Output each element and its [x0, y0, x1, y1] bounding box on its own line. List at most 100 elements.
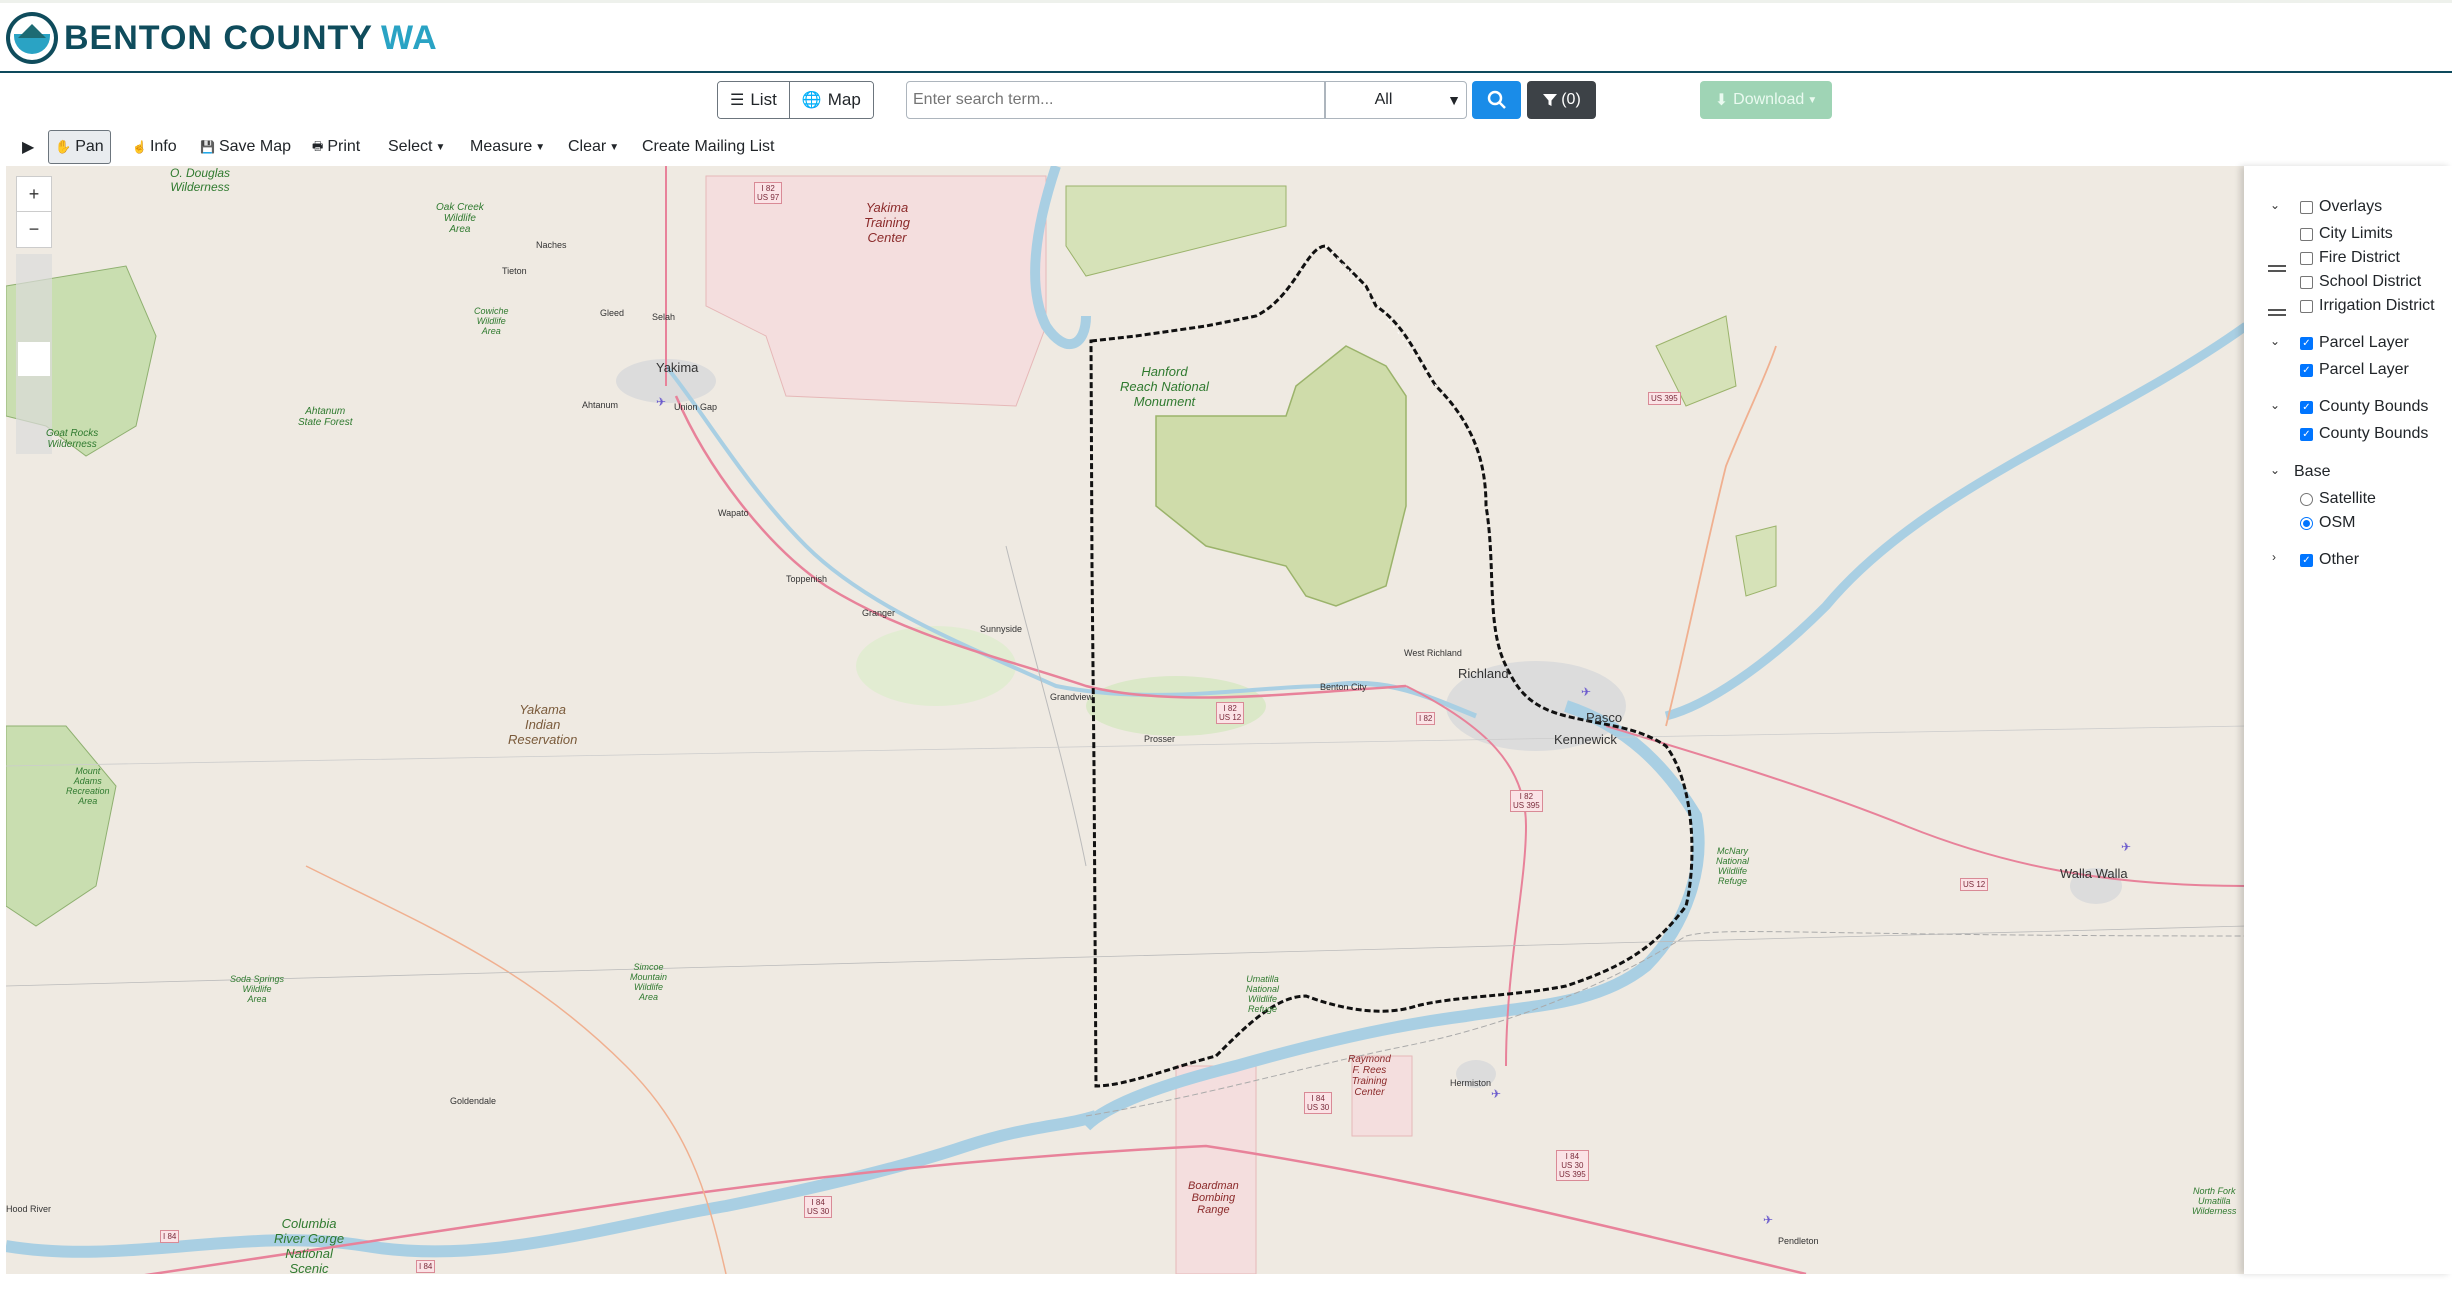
- shield-us12: US 12: [1960, 878, 1989, 891]
- select-menu[interactable]: Select ▼: [382, 130, 451, 164]
- svg-text:✈: ✈: [1763, 1213, 1773, 1227]
- chevron-right-icon[interactable]: ›: [2272, 550, 2276, 564]
- base-osm[interactable]: OSM: [2300, 512, 2355, 534]
- benton-county-logo[interactable]: BENTON COUNTY WA: [6, 10, 438, 66]
- map-label-naches: Naches: [536, 240, 567, 250]
- layer-county-bounds[interactable]: ✓ County Bounds: [2300, 423, 2428, 445]
- map-label-yakima-training-center: Yakima Training Center: [864, 200, 911, 245]
- measure-menu[interactable]: Measure ▼: [464, 130, 551, 164]
- other-checkbox[interactable]: ✓: [2300, 553, 2313, 567]
- map-label-columbia-gorge: Columbia River Gorge National Scenic: [274, 1216, 345, 1274]
- map-label-yakama-reservation: Yakama Indian Reservation: [508, 702, 578, 747]
- layer-city-limits[interactable]: City Limits: [2300, 223, 2393, 245]
- map-label-ahtanum: Ahtanum: [582, 400, 619, 410]
- chevron-down-icon[interactable]: ⌄: [2270, 334, 2280, 348]
- map-canvas[interactable]: ✈ ✈ ✈ ✈ ✈ + − O. Douglas Wilderness Yaki…: [6, 166, 2246, 1274]
- list-icon: ☰: [730, 92, 745, 109]
- shield-i82-us12: I 82 US 12: [1216, 702, 1245, 724]
- drag-handle-icon[interactable]: [2268, 306, 2286, 319]
- layer-group-parcel[interactable]: ✓ Parcel Layer: [2300, 332, 2409, 354]
- drag-handle-icon[interactable]: [2268, 262, 2286, 275]
- layer-school-district[interactable]: School District: [2300, 271, 2421, 293]
- save-map-button[interactable]: 💾 Save Map: [194, 130, 297, 164]
- chevron-down-icon: ▼: [1447, 92, 1461, 108]
- pan-tool-button[interactable]: ✋ Pan: [48, 130, 111, 164]
- zoom-out-button[interactable]: −: [16, 212, 52, 248]
- parcel-group-checkbox[interactable]: ✓: [2300, 336, 2313, 350]
- filter-button[interactable]: (0): [1527, 81, 1596, 119]
- map-label-goat-rocks: Goat Rocks Wilderness: [46, 428, 99, 450]
- print-button[interactable]: 🖶 Print: [306, 130, 366, 164]
- create-mailing-list-button[interactable]: Create Mailing List: [636, 130, 781, 164]
- hand-icon: ✋: [55, 139, 72, 154]
- map-label-simcoe: Simcoe Mountain Wildlife Area: [630, 962, 668, 1002]
- svg-text:✈: ✈: [2121, 840, 2131, 854]
- layer-parcel[interactable]: ✓ Parcel Layer: [2300, 359, 2409, 381]
- shield-i84-south: I 84: [416, 1260, 436, 1273]
- layer-group-county[interactable]: ✓ County Bounds: [2300, 396, 2428, 418]
- base-satellite[interactable]: Satellite: [2300, 488, 2376, 510]
- layer-irrigation-district[interactable]: Irrigation District: [2300, 295, 2435, 317]
- map-label-oak-creek: Oak Creek Wildlife Area: [436, 202, 484, 235]
- search-toolbar: ☰List 🌐Map All ▼ (0) ⬇ Download▼: [0, 73, 2452, 128]
- map-label-hanford: Hanford Reach National Monument: [1120, 364, 1209, 409]
- satellite-radio[interactable]: [2300, 492, 2313, 506]
- osm-radio[interactable]: [2300, 516, 2313, 530]
- map-label-granger: Granger: [862, 608, 896, 618]
- parcel-layer-checkbox[interactable]: ✓: [2300, 363, 2313, 377]
- layer-fire-district[interactable]: Fire District: [2300, 247, 2400, 269]
- download-button[interactable]: ⬇ Download ▼: [1700, 81, 1832, 119]
- print-icon: 🖶: [312, 138, 324, 153]
- zoom-slider[interactable]: [16, 254, 52, 454]
- chevron-down-icon[interactable]: ⌄: [2270, 398, 2280, 412]
- school-district-checkbox[interactable]: [2300, 275, 2313, 289]
- map-label-mount-adams: Mount Adams Recreation Area: [66, 766, 110, 806]
- download-icon: ⬇: [1714, 92, 1729, 109]
- svg-text:✈: ✈: [1491, 1087, 1501, 1101]
- zoom-slider-thumb[interactable]: [18, 342, 50, 376]
- map-label-pasco: Pasco: [1586, 710, 1623, 725]
- chevron-down-icon[interactable]: ⌄: [2270, 463, 2280, 477]
- list-view-button[interactable]: ☰ List: [718, 82, 789, 118]
- map-label-grandview: Grandview: [1050, 692, 1094, 702]
- clear-menu[interactable]: Clear ▼: [562, 130, 625, 164]
- city-limits-checkbox[interactable]: [2300, 227, 2313, 241]
- chevron-down-icon: ▼: [435, 141, 446, 153]
- shield-us395: US 395: [1648, 392, 1681, 405]
- shield-i82: I 82: [1416, 712, 1436, 725]
- search-icon: [1487, 90, 1506, 109]
- map-label-hermiston: Hermiston: [1450, 1078, 1492, 1088]
- irrigation-district-checkbox[interactable]: [2300, 299, 2313, 313]
- county-group-checkbox[interactable]: ✓: [2300, 400, 2313, 414]
- search-scope-select[interactable]: All ▼: [1324, 81, 1467, 119]
- fire-district-checkbox[interactable]: [2300, 251, 2313, 265]
- shield-i82-us395: I 82 US 395: [1510, 790, 1543, 812]
- map-label-richland: Richland: [1458, 666, 1509, 681]
- search-input[interactable]: [906, 81, 1326, 119]
- search-button[interactable]: [1472, 81, 1521, 119]
- info-tool-button[interactable]: ☝ Info: [126, 130, 183, 164]
- map-label-pendleton: Pendleton: [1778, 1236, 1819, 1246]
- layer-group-other[interactable]: ✓ Other: [2300, 549, 2359, 571]
- map-label-umatilla-refuge: Umatilla National Wildlife Refuge: [1246, 974, 1280, 1014]
- map-tools-toolbar: ▶ ✋ Pan ☝ Info 💾 Save Map 🖶 Print Select ▼ Me…: [0, 128, 2452, 166]
- caret-right-icon: ▶: [22, 139, 35, 156]
- chevron-down-icon: ▼: [1807, 94, 1818, 106]
- map-label-union-gap: Union Gap: [674, 402, 718, 412]
- expand-panel-button[interactable]: ▶: [16, 130, 40, 164]
- county-bounds-checkbox[interactable]: ✓: [2300, 427, 2313, 441]
- overlays-checkbox[interactable]: [2300, 200, 2313, 214]
- map-label-hood-river: Hood River: [6, 1204, 52, 1214]
- zoom-in-button[interactable]: +: [16, 176, 52, 212]
- map-label-boardman: Boardman Bombing Range: [1188, 1180, 1239, 1216]
- map-label-ahtanum-forest: Ahtanum State Forest: [298, 406, 353, 428]
- chevron-down-icon[interactable]: ⌄: [2270, 198, 2280, 212]
- map-label-gleed: Gleed: [600, 308, 625, 318]
- map-label-north-fork: North Fork Umatilla Wilderness: [2192, 1186, 2237, 1216]
- layer-panel: ⌄ Overlays City Limits Fire District Sch…: [2244, 166, 2452, 1274]
- filter-icon: [1543, 94, 1558, 106]
- layer-group-overlays[interactable]: Overlays: [2300, 196, 2382, 218]
- map-view-button[interactable]: 🌐 Map: [788, 82, 873, 118]
- map-strip: [0, 0, 2452, 3]
- map-label-selah: Selah: [652, 312, 676, 322]
